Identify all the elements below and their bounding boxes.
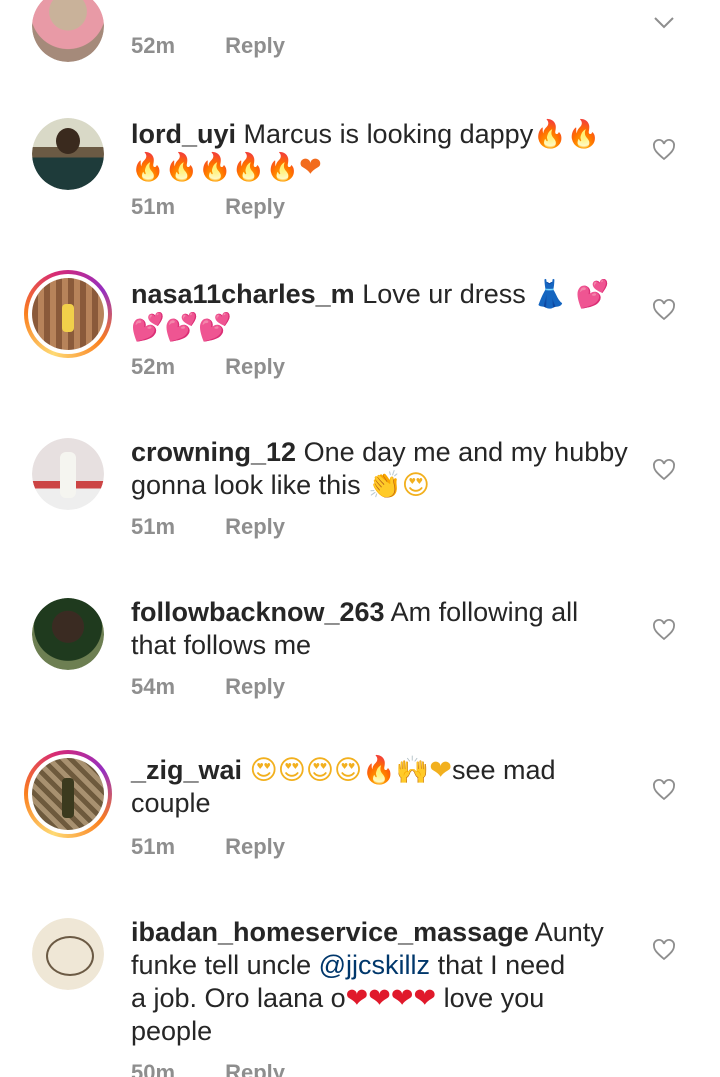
- emoji-line: 😍😍😍😍🔥🙌❤: [249, 755, 453, 786]
- comment-text-line3b: love you: [443, 983, 545, 1013]
- comment-text-line2: couple: [131, 788, 211, 818]
- comment-username[interactable]: followbacknow_263: [131, 597, 385, 627]
- heart-outline-icon[interactable]: [652, 938, 676, 962]
- avatar-story-ring[interactable]: [24, 270, 112, 358]
- reply-button[interactable]: Reply: [225, 1060, 285, 1077]
- comment-username[interactable]: _zig_wai: [131, 755, 242, 785]
- reply-button[interactable]: Reply: [225, 33, 285, 59]
- comment-text-line4: people: [131, 1016, 213, 1046]
- comment-time: 52m: [131, 33, 176, 58]
- comment-text-line2a: funke tell uncle: [131, 950, 312, 980]
- comment-body: crowning_12 One day me and my hubby gonn…: [131, 436, 631, 502]
- avatar[interactable]: [32, 0, 104, 62]
- comment-meta: 54m Reply: [131, 674, 285, 700]
- comment-meta: 51m Reply: [131, 834, 285, 860]
- reply-button[interactable]: Reply: [225, 354, 285, 380]
- emoji-hearts: ❤❤❤❤: [345, 983, 437, 1014]
- comment-text-line3: a job. Oro laana o: [131, 983, 346, 1013]
- comment-time: 51m: [131, 834, 176, 859]
- comment-username[interactable]: nasa11charles_m: [131, 279, 355, 309]
- comments-feed: 52m Reply lord_uyi Marcus is looking dap…: [0, 0, 720, 1077]
- emoji-line: 💕💕💕: [131, 312, 232, 343]
- comment-meta: 52m Reply: [131, 354, 285, 380]
- comment-text-line2: gonna look like this: [131, 470, 361, 500]
- comment-body: followbacknow_263 Am following all that …: [131, 596, 631, 662]
- avatar-story-ring[interactable]: [24, 750, 112, 838]
- comment-meta: 51m Reply: [131, 514, 285, 540]
- comment-text: see mad: [452, 755, 556, 785]
- heart-outline-icon[interactable]: [652, 618, 676, 642]
- comment-username[interactable]: ibadan_homeservice_massage: [131, 917, 529, 947]
- reply-button[interactable]: Reply: [225, 674, 285, 700]
- emoji-clap-love: 👏😍: [368, 470, 430, 501]
- reply-button[interactable]: Reply: [225, 514, 285, 540]
- avatar[interactable]: [32, 598, 104, 670]
- comment-text: Love ur dress: [362, 279, 526, 309]
- heart-outline-icon[interactable]: [652, 138, 676, 162]
- heart-outline-icon[interactable]: [652, 778, 676, 802]
- comment-text: One day me and my hubby: [303, 437, 628, 467]
- mention-link[interactable]: @jjcskillz: [319, 950, 430, 980]
- comment-time: 52m: [131, 354, 176, 379]
- comment-username[interactable]: lord_uyi: [131, 119, 236, 149]
- comment-meta: 51m Reply: [131, 194, 285, 220]
- comment-time: 54m: [131, 674, 176, 699]
- comment-text-line2b: that I need: [437, 950, 566, 980]
- heart-outline-icon[interactable]: [652, 458, 676, 482]
- chevron-down-icon[interactable]: [652, 10, 676, 34]
- comment-text: Am following all: [390, 597, 579, 627]
- reply-button[interactable]: Reply: [225, 194, 285, 220]
- comment-meta: 50m Reply: [131, 1060, 285, 1077]
- reply-button[interactable]: Reply: [225, 834, 285, 860]
- avatar[interactable]: [32, 918, 104, 990]
- heart-outline-icon[interactable]: [652, 298, 676, 322]
- emoji-dress-hearts: 👗 💕: [533, 279, 610, 310]
- avatar[interactable]: [32, 118, 104, 190]
- comment-time: 51m: [131, 194, 176, 219]
- comment-body: lord_uyi Marcus is looking dappy🔥🔥 🔥🔥🔥🔥🔥…: [131, 118, 631, 184]
- comment-meta: 52m Reply: [131, 33, 285, 59]
- comment-time: 51m: [131, 514, 176, 539]
- avatar[interactable]: [32, 438, 104, 510]
- comment-body: _zig_wai 😍😍😍😍🔥🙌❤see mad couple: [131, 754, 631, 820]
- comment-body: nasa11charles_m Love ur dress 👗 💕 💕💕💕: [131, 278, 631, 344]
- comment-text-line2: that follows me: [131, 630, 312, 660]
- emoji-fire: 🔥🔥: [533, 119, 601, 150]
- comment-body: ibadan_homeservice_massage Aunty funke t…: [131, 916, 631, 1048]
- comment-username[interactable]: crowning_12: [131, 437, 296, 467]
- comment-text: Marcus is looking dappy: [243, 119, 534, 149]
- comment-text: Aunty: [534, 917, 604, 947]
- comment-time: 50m: [131, 1060, 176, 1077]
- emoji-line: 🔥🔥🔥🔥🔥❤: [131, 152, 322, 183]
